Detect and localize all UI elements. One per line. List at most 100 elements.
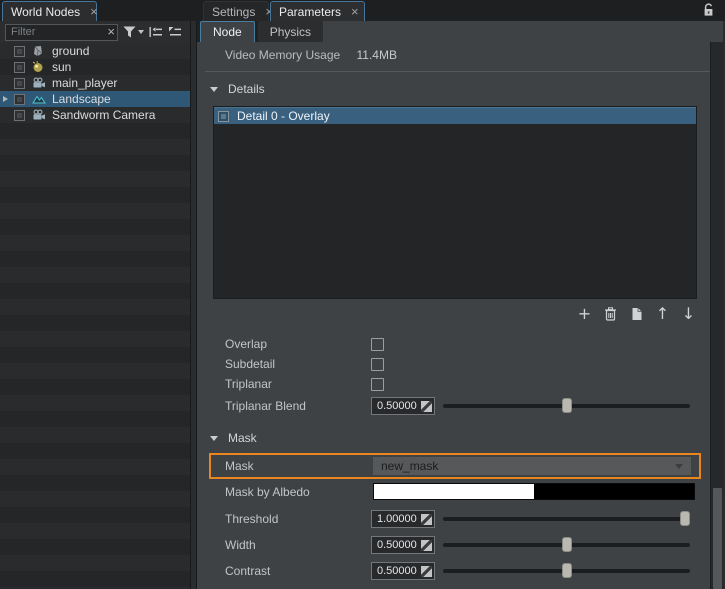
slider-handle[interactable] xyxy=(562,537,572,552)
mask-label: Mask xyxy=(225,459,371,473)
chevron-down-icon xyxy=(138,30,144,34)
chevron-down-icon xyxy=(675,464,683,469)
filter-input[interactable] xyxy=(5,24,118,41)
tab-physics[interactable]: Physics xyxy=(258,21,323,42)
tree-item-label: Sandworm Camera xyxy=(52,108,155,122)
landscape-icon xyxy=(32,93,46,105)
albedo-white-segment xyxy=(374,484,534,499)
add-icon[interactable]: + xyxy=(576,305,593,322)
tab-world-nodes-label: World Nodes xyxy=(11,5,80,19)
triplanar-blend-value: 0.50000 xyxy=(377,400,421,412)
duplicate-icon[interactable] xyxy=(628,305,645,322)
expand-hierarchy-icon[interactable] xyxy=(168,24,182,41)
tree-item-main-player[interactable]: main_player xyxy=(0,75,190,91)
node-tree: ground sun main_player xyxy=(0,43,190,589)
chevron-down-icon xyxy=(210,87,218,92)
width-spinbox[interactable]: 0.50000 xyxy=(371,536,435,554)
width-row: Width xyxy=(225,536,371,554)
mask-by-albedo-label: Mask by Albedo xyxy=(225,485,371,499)
threshold-label: Threshold xyxy=(225,512,371,526)
contrast-spinbox[interactable]: 0.50000 xyxy=(371,562,435,580)
slider-handle[interactable] xyxy=(680,511,690,526)
triplanar-row: Triplanar xyxy=(225,375,384,393)
clear-filter-icon[interactable]: × xyxy=(107,24,115,40)
value-drag-icon[interactable] xyxy=(421,566,432,577)
node-checkbox[interactable] xyxy=(14,78,25,89)
delete-icon[interactable] xyxy=(602,305,619,322)
detail-list-item[interactable]: Detail 0 - Overlay xyxy=(214,107,696,124)
slider-track[interactable] xyxy=(443,517,690,521)
video-memory-row: Video Memory Usage 11.4MB xyxy=(225,48,397,62)
chevron-right-icon xyxy=(3,96,8,102)
details-list: Detail 0 - Overlay xyxy=(213,106,697,299)
filter-toolbar: × xyxy=(0,21,190,43)
vertical-scrollbar[interactable] xyxy=(710,42,723,589)
node-checkbox[interactable] xyxy=(14,62,25,73)
top-tab-bar: World Nodes × Settings × Parameters × xyxy=(0,0,725,21)
mask-dropdown-value: new_mask xyxy=(381,459,675,473)
node-checkbox[interactable] xyxy=(14,110,25,121)
tree-item-landscape[interactable]: Landscape xyxy=(0,91,190,107)
tab-settings[interactable]: Settings × xyxy=(203,1,269,21)
width-slider[interactable] xyxy=(443,536,690,554)
threshold-value: 1.00000 xyxy=(377,513,421,525)
mask-by-albedo-row: Mask by Albedo xyxy=(225,483,371,501)
unlock-icon[interactable] xyxy=(700,2,717,19)
move-up-icon[interactable]: ↑ xyxy=(654,305,671,322)
world-nodes-panel: × xyxy=(0,21,190,589)
panel-splitter[interactable] xyxy=(190,21,197,589)
contrast-slider[interactable] xyxy=(443,562,690,580)
triplanar-blend-label: Triplanar Blend xyxy=(225,399,371,413)
collapse-hierarchy-icon[interactable] xyxy=(149,24,163,41)
tree-item-label: ground xyxy=(52,44,89,58)
tree-item-label: main_player xyxy=(52,76,117,90)
triplanar-blend-spinbox[interactable]: 0.50000 xyxy=(371,397,435,415)
tree-item-label: Landscape xyxy=(52,92,111,106)
mask-dropdown[interactable]: new_mask xyxy=(373,457,691,475)
filter-field-wrap: × xyxy=(5,24,118,41)
mask-section-header[interactable]: Mask xyxy=(210,431,257,445)
value-drag-icon[interactable] xyxy=(421,514,432,525)
contrast-row: Contrast xyxy=(225,562,371,580)
triplanar-blend-slider[interactable] xyxy=(443,397,690,415)
value-drag-icon[interactable] xyxy=(421,401,432,412)
overlap-label: Overlap xyxy=(225,337,371,351)
video-memory-label: Video Memory Usage xyxy=(225,48,340,62)
tab-world-nodes[interactable]: World Nodes × xyxy=(2,1,97,21)
tab-parameters[interactable]: Parameters × xyxy=(270,1,365,21)
node-checkbox[interactable] xyxy=(14,46,25,57)
tab-settings-label: Settings xyxy=(212,5,255,19)
overlap-checkbox[interactable] xyxy=(371,338,384,351)
subdetail-row: Subdetail xyxy=(225,355,384,373)
tree-item-sandworm-camera[interactable]: Sandworm Camera xyxy=(0,107,190,123)
parameters-panel: Node Physics Video Memory Usage 11.4MB D… xyxy=(197,21,725,589)
node-checkbox[interactable] xyxy=(14,94,25,105)
camera-icon xyxy=(32,77,46,89)
scrollbar-thumb[interactable] xyxy=(713,488,722,589)
threshold-slider[interactable] xyxy=(443,510,690,528)
slider-handle[interactable] xyxy=(562,563,572,578)
subdetail-checkbox[interactable] xyxy=(371,358,384,371)
filter-funnel-icon[interactable] xyxy=(123,24,144,41)
contrast-label: Contrast xyxy=(225,564,371,578)
value-drag-icon[interactable] xyxy=(421,540,432,551)
subdetail-label: Subdetail xyxy=(225,357,371,371)
triplanar-checkbox[interactable] xyxy=(371,378,384,391)
slider-handle[interactable] xyxy=(562,398,572,413)
chevron-down-icon xyxy=(210,436,218,441)
video-memory-value: 11.4MB xyxy=(357,48,397,62)
tab-node[interactable]: Node xyxy=(200,21,255,42)
separator xyxy=(205,71,710,72)
details-toolbar: + ↑ ↓ xyxy=(197,305,697,322)
mask-by-albedo-gradient[interactable] xyxy=(373,483,695,500)
tree-item-sun[interactable]: sun xyxy=(0,59,190,75)
detail-checkbox[interactable] xyxy=(218,111,229,122)
details-section-header[interactable]: Details xyxy=(210,82,265,96)
move-down-icon[interactable]: ↓ xyxy=(680,305,697,322)
expand-caret[interactable] xyxy=(3,96,14,102)
tree-item-ground[interactable]: ground xyxy=(0,43,190,59)
close-icon[interactable]: × xyxy=(351,5,359,18)
threshold-spinbox[interactable]: 1.00000 xyxy=(371,510,435,528)
light-icon xyxy=(32,61,46,73)
close-icon[interactable]: × xyxy=(90,5,98,18)
